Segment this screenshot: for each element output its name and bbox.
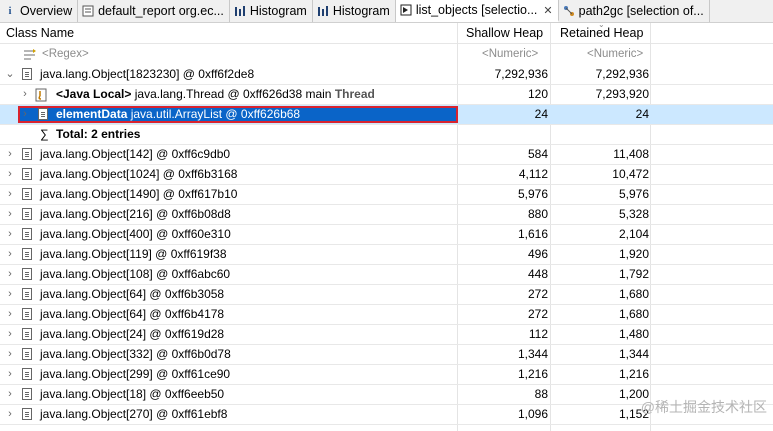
object-icon xyxy=(38,108,48,120)
object-array-icon xyxy=(22,388,32,400)
regex-filter-icon xyxy=(22,47,38,66)
histogram-icon xyxy=(234,5,246,17)
object-array-icon xyxy=(22,288,32,300)
info-icon: i xyxy=(8,5,12,17)
table-row[interactable]: › java.lang.Object[1490] @ 0xff617b10 5,97… xyxy=(0,185,773,205)
object-array-icon xyxy=(22,408,32,420)
expand-chevron-icon[interactable]: › xyxy=(5,345,15,364)
object-array-icon xyxy=(22,348,32,360)
filter-row: <Regex> <Numeric> <Numeric> xyxy=(0,45,773,65)
expand-chevron-icon[interactable]: › xyxy=(5,185,15,204)
expand-chevron-icon[interactable]: › xyxy=(5,285,15,304)
gc-root-label: <Java Local> java.lang.Thread @ 0xff626d… xyxy=(56,87,375,101)
tab-histogram-1[interactable]: Histogram xyxy=(230,0,313,22)
sum-icon: ∑ xyxy=(40,127,49,141)
object-array-icon xyxy=(22,208,32,220)
table-row[interactable]: › java.lang.Object[24] @ 0xff619d28 112 1,4… xyxy=(0,325,773,345)
tab-histogram-2[interactable]: Histogram xyxy=(313,0,396,22)
object-array-icon xyxy=(22,148,32,160)
close-tab-icon[interactable]: ✕ xyxy=(543,4,552,17)
field-reference-label: elementData java.util.ArrayList @ 0xff62… xyxy=(56,107,301,121)
object-array-icon xyxy=(22,228,32,240)
report-icon xyxy=(82,5,94,17)
object-array-icon xyxy=(22,308,32,320)
retained-filter-input[interactable]: <Numeric> xyxy=(587,48,643,60)
editor-tab-bar: i Overview default_report org.ec... Hist… xyxy=(0,0,773,23)
table-row[interactable]: › java.lang.Object[64] @ 0xff6b3058 272 1,6… xyxy=(0,285,773,305)
column-header-shallow-heap[interactable]: Shallow Heap xyxy=(466,26,543,40)
object-array-icon xyxy=(22,188,32,200)
table-row[interactable]: › java.lang.Object[299] @ 0xff61ce90 1,216… xyxy=(0,365,773,385)
object-array-icon xyxy=(22,68,32,80)
table-row[interactable]: › java.lang.Object[108] @ 0xff6abc60 448 1,… xyxy=(0,265,773,285)
expand-chevron-icon[interactable]: › xyxy=(5,225,15,244)
expand-chevron-icon[interactable]: › xyxy=(5,365,15,384)
table-header: Class Name Shallow Heap Retained Heap ⌄ xyxy=(0,20,773,44)
tab-list-objects[interactable]: list_objects [selectio... ✕ xyxy=(395,0,559,22)
histogram-icon xyxy=(317,5,329,17)
table-row-selected[interactable]: › elementData java.util.ArrayList @ 0xff… xyxy=(0,105,773,125)
expand-chevron-icon[interactable]: › xyxy=(5,325,15,344)
sort-indicator-icon: ⌄ xyxy=(598,20,605,29)
object-tree-table: ⌄ java.lang.Object[1823230] @ 0xff6f2de8… xyxy=(0,65,773,425)
expand-chevron-icon[interactable]: › xyxy=(20,105,30,124)
tab-default-report[interactable]: default_report org.ec... xyxy=(78,0,230,22)
table-row[interactable]: › <Java Local> java.lang.Thread @ 0xff62… xyxy=(0,85,773,105)
column-header-class-name[interactable]: Class Name xyxy=(6,26,74,40)
expand-chevron-icon[interactable]: › xyxy=(5,385,15,404)
object-array-icon xyxy=(22,368,32,380)
table-row[interactable]: › java.lang.Object[119] @ 0xff619f38 496 1,… xyxy=(0,245,773,265)
table-row[interactable]: › java.lang.Object[1024] @ 0xff6b3168 4,11… xyxy=(0,165,773,185)
object-array-icon xyxy=(22,248,32,260)
object-array-icon xyxy=(22,268,32,280)
object-array-icon xyxy=(22,328,32,340)
object-array-icon xyxy=(22,168,32,180)
table-row[interactable]: ⌄ java.lang.Object[1823230] @ 0xff6f2de8… xyxy=(0,65,773,85)
list-icon xyxy=(400,4,412,16)
expand-chevron-icon[interactable]: › xyxy=(5,405,15,424)
regex-filter-input[interactable]: <Regex> xyxy=(42,48,89,60)
path-icon xyxy=(563,5,575,17)
tab-overview[interactable]: i Overview xyxy=(0,0,79,22)
tab-path2gc[interactable]: path2gc [selection of... xyxy=(559,0,710,22)
table-row-total: ∑ Total: 2 entries xyxy=(0,125,773,145)
expand-chevron-icon[interactable]: › xyxy=(5,305,15,324)
expand-chevron-icon[interactable]: › xyxy=(5,145,15,164)
thread-icon xyxy=(35,87,49,102)
table-row[interactable]: › java.lang.Object[400] @ 0xff60e310 1,616… xyxy=(0,225,773,245)
shallow-filter-input[interactable]: <Numeric> xyxy=(482,48,538,60)
expand-chevron-icon[interactable]: › xyxy=(5,205,15,224)
expand-chevron-icon[interactable]: › xyxy=(20,85,30,104)
watermark: @稀土掘金技术社区 xyxy=(640,399,767,415)
table-row[interactable]: › java.lang.Object[64] @ 0xff6b4178 272 1,6… xyxy=(0,305,773,325)
expand-chevron-icon[interactable]: › xyxy=(5,245,15,264)
expand-chevron-icon[interactable]: › xyxy=(5,265,15,284)
table-row[interactable]: › java.lang.Object[332] @ 0xff6b0d78 1,344… xyxy=(0,345,773,365)
expand-chevron-icon[interactable]: › xyxy=(5,165,15,184)
table-row[interactable]: › java.lang.Object[142] @ 0xff6c9db0 584 11… xyxy=(0,145,773,165)
collapse-chevron-icon[interactable]: ⌄ xyxy=(5,65,15,84)
table-row[interactable]: › java.lang.Object[216] @ 0xff6b08d8 880 5,… xyxy=(0,205,773,225)
